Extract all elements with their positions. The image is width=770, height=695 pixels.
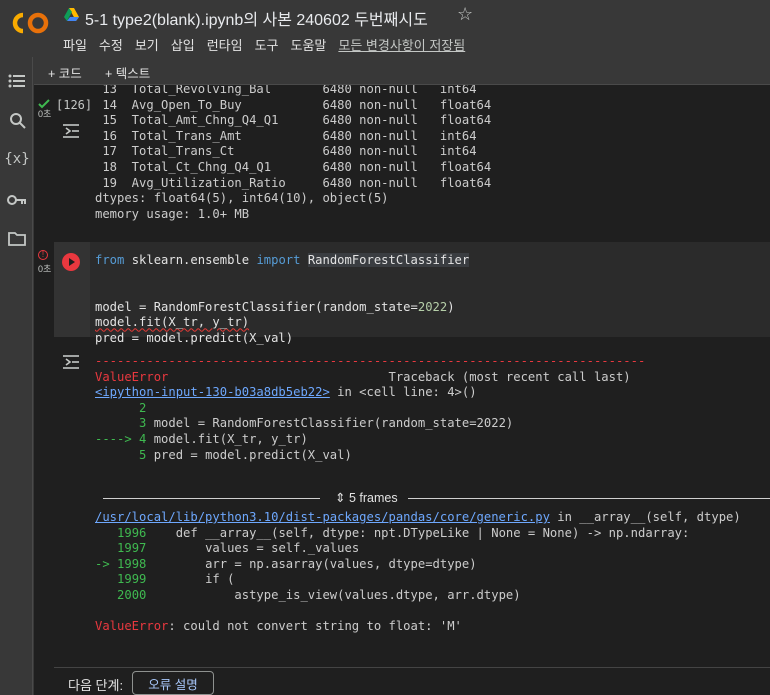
output-line: 18 Total_Ct_Chng_Q4_Q1 6480 non-null flo… (95, 159, 492, 174)
cell1-output: 13 Total_Revolving_Bal 6480 non-null int… (95, 85, 491, 222)
folder-icon[interactable] (6, 228, 28, 250)
output-line: memory usage: 1.0+ MB (95, 206, 250, 221)
divider-line (408, 498, 770, 499)
add-text-button[interactable]: + 텍스트 (105, 63, 150, 82)
run-cell-button[interactable] (62, 253, 80, 271)
output-line: 19 Avg_Utilization_Ratio 6480 non-null f… (95, 175, 492, 190)
colab-logo[interactable] (12, 10, 50, 36)
collapsed-frames-toggle[interactable]: ⇕ 5 frames (103, 490, 770, 506)
menu-file[interactable]: 파일 (63, 35, 87, 54)
traceback-source: /usr/local/lib/python3.10/dist-packages/… (95, 510, 741, 634)
output-toggle-icon[interactable] (62, 354, 82, 370)
divider-line (54, 667, 770, 668)
traceback-output: ----------------------------------------… (95, 354, 646, 462)
cell2-exec-time: 0초 (38, 264, 52, 274)
code-editor[interactable]: from sklearn.ensemble import RandomFores… (95, 253, 470, 347)
explain-error-button[interactable]: 오류 설명 (132, 671, 214, 695)
output-toggle-icon[interactable] (62, 123, 82, 139)
output-line: 17 Total_Trans_Ct 6480 non-null int64 (95, 144, 477, 159)
search-icon[interactable] (6, 109, 28, 131)
menu-runtime[interactable]: 런타임 (207, 35, 243, 54)
divider-line (103, 498, 320, 499)
traceback-link-cell[interactable]: <ipython-input-130-b03a8db5eb22> (95, 385, 330, 399)
cell1-exec-time: 0초 (38, 109, 52, 119)
next-step-label: 다음 단계: (68, 678, 124, 693)
star-icon[interactable]: ☆ (457, 4, 473, 25)
menu-tools[interactable]: 도구 (255, 35, 279, 54)
menu-view[interactable]: 보기 (135, 35, 159, 54)
menu-edit[interactable]: 수정 (99, 35, 123, 54)
menu-bar: 파일 수정 보기 삽입 런타임 도구 도움말 모든 변경사항이 저장됨 (63, 35, 477, 54)
google-drive-icon (64, 8, 79, 21)
output-line: 14 Avg_Open_To_Buy 6480 non-null float64 (95, 97, 492, 112)
save-status[interactable]: 모든 변경사항이 저장됨 (338, 35, 465, 54)
variables-icon[interactable]: {x} (4, 148, 29, 170)
output-line: 13 Total_Revolving_Bal 6480 non-null int… (95, 85, 477, 96)
output-line: 15 Total_Amt_Chng_Q4_Q1 6480 non-null fl… (95, 113, 492, 128)
menu-help[interactable]: 도움말 (291, 35, 327, 54)
expand-icon: ⇕ (335, 491, 346, 505)
key-icon[interactable] (6, 189, 28, 211)
toc-icon[interactable] (6, 70, 28, 92)
notebook-title[interactable]: 5-1 type2(blank).ipynb의 사본 240602 두번째시도 (85, 6, 428, 30)
notebook-content: 0초 [126] 13 Total_Revolving_Bal 6480 non… (34, 85, 770, 695)
check-icon (38, 96, 50, 109)
header-bar: 5-1 type2(blank).ipynb의 사본 240602 두번째시도 … (0, 0, 770, 57)
notebook-toolbar: + 코드 + 텍스트 (34, 57, 770, 85)
cell1-exec-count: [126] (56, 98, 93, 112)
output-line: 16 Total_Trans_Amt 6480 non-null int64 (95, 128, 477, 143)
add-code-button[interactable]: + 코드 (48, 63, 82, 82)
menu-insert[interactable]: 삽입 (171, 35, 195, 54)
traceback-link-file[interactable]: /usr/local/lib/python3.10/dist-packages/… (95, 510, 550, 524)
output-line: dtypes: float64(5), int64(10), object(5) (95, 191, 389, 206)
left-rail: {x} (0, 57, 33, 695)
error-indicator-icon: ! (38, 250, 48, 260)
